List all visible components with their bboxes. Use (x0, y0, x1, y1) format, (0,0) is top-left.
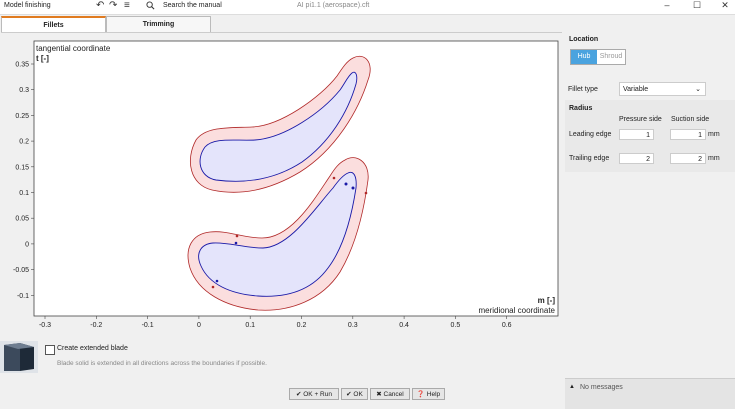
y-tick-label: 0.1 (19, 190, 29, 197)
y-axis-ticks: 0.35 0.3 0.25 0.2 0.15 0.1 0.05 0 -0.05 -0.1 (13, 62, 34, 300)
x-axis-ticks: -0.3 -0.2 -0.1 0 0.1 0.2 0.3 0.4 0.5 0.6 (39, 316, 512, 329)
y-tick-label: 0.35 (15, 62, 29, 69)
radius-title: Radius (569, 105, 593, 112)
y-tick-label: 0.3 (19, 87, 29, 94)
y-axis-unit: t [-] (36, 54, 49, 63)
ok-button[interactable]: ✔ OK (341, 388, 368, 400)
x-axis-unit: m [-] (538, 296, 556, 305)
create-extended-blade-label: Create extended blade (57, 345, 128, 352)
leading-suction-input[interactable]: 1 (670, 129, 706, 140)
location-title: Location (569, 36, 599, 43)
x-axis-title: meridional coordinate (479, 306, 556, 315)
maximize-icon[interactable]: ☐ (690, 0, 704, 11)
x-tick-label: 0.5 (451, 322, 461, 329)
y-tick-label: 0.05 (15, 216, 29, 223)
extended-blade-hint: Blade solid is extended in all direction… (57, 360, 267, 367)
x-tick-label: -0.3 (39, 322, 51, 329)
suction-side-header: Suction side (671, 116, 710, 123)
y-tick-label: 0 (25, 241, 29, 248)
x-tick-label: 0.1 (245, 322, 255, 329)
pressure-side-header: Pressure side (619, 116, 662, 123)
cancel-button[interactable]: ✖ Cancel (370, 388, 410, 400)
y-axis-title: tangential coordinate (36, 44, 111, 53)
fillet-type-select[interactable]: Variable ⌄ (619, 82, 706, 96)
x-tick-label: 0 (197, 322, 201, 329)
leading-pressure-input[interactable]: 1 (619, 129, 654, 140)
trailing-edge-label: Trailing edge (569, 155, 610, 162)
collapse-icon[interactable]: ▲ (569, 384, 575, 390)
help-button[interactable]: ❓ Help (412, 388, 445, 400)
y-tick-label: 0.25 (15, 113, 29, 120)
x-tick-label: 0.6 (502, 322, 512, 329)
minimize-icon[interactable]: – (660, 0, 674, 10)
create-extended-blade-checkbox[interactable] (45, 345, 55, 355)
close-icon[interactable]: ✕ (718, 0, 732, 11)
extended-blade-thumbnail (0, 341, 38, 373)
trailing-pressure-input[interactable]: 2 (619, 153, 654, 164)
trailing-unit: mm (708, 155, 720, 162)
x-tick-label: 0.4 (399, 322, 409, 329)
location-shroud-button[interactable]: Shroud (597, 50, 625, 64)
y-tick-label: -0.1 (17, 293, 29, 300)
leading-unit: mm (708, 131, 720, 138)
blade-plot[interactable]: -0.3 -0.2 -0.1 0 0.1 0.2 0.3 0.4 0.5 0.6 0.350.30… (0, 0, 562, 340)
location-hub-button[interactable]: Hub (571, 50, 597, 64)
fillet-type-label: Fillet type (568, 86, 598, 93)
y-tick-label: 0.2 (19, 139, 29, 146)
y-tick-label: 0.15 (15, 164, 29, 171)
leading-edge-label: Leading edge (569, 131, 612, 138)
x-tick-label: 0.2 (297, 322, 307, 329)
status-panel: ▲ No messages (565, 378, 735, 409)
chevron-down-icon: ⌄ (695, 86, 701, 93)
x-tick-label: -0.1 (142, 322, 154, 329)
y-tick-label: -0.05 (13, 267, 29, 274)
fillet-type-value: Variable (623, 86, 649, 93)
x-tick-label: 0.3 (348, 322, 358, 329)
ok-run-button[interactable]: ✔ OK + Run (289, 388, 339, 400)
location-toggle: Hub Shroud (570, 49, 626, 65)
trailing-suction-input[interactable]: 2 (670, 153, 706, 164)
status-message: No messages (580, 384, 623, 391)
x-tick-label: -0.2 (90, 322, 102, 329)
